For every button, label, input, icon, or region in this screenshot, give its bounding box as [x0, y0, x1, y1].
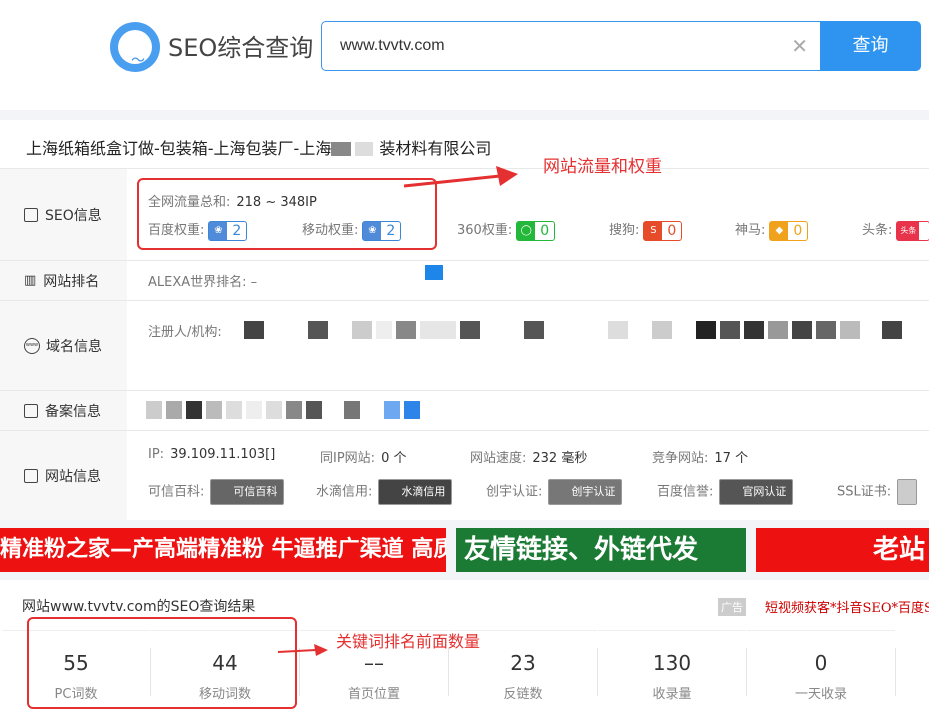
- toutiao-icon: 头条: [897, 221, 920, 240]
- sogou-icon: S: [644, 221, 663, 240]
- row-label: 网站信息: [45, 468, 101, 485]
- ssl-cert-badge[interactable]: [897, 479, 918, 505]
- results-heading: 网站www.tvvtv.com的SEO查询结果: [22, 599, 256, 615]
- redacted-registrant: [244, 321, 906, 340]
- document-icon: [24, 207, 38, 222]
- chuangyu-info: 创宇认证: 创宇认证: [486, 479, 623, 505]
- 360-icon: ◯: [517, 221, 536, 240]
- top-header: 〜 SEO综合查询 ✕ 查询: [0, 0, 929, 110]
- registrant-label: 注册人/机构:: [148, 325, 222, 340]
- ad-banner-2[interactable]: 友情链接、外链代发: [456, 528, 746, 572]
- baidu-cert-badge[interactable]: 官网认证: [719, 479, 794, 505]
- toutiao-weight-badge[interactable]: 头条: [896, 220, 929, 241]
- highlight-box-traffic: [137, 178, 437, 250]
- sogou-weight: 搜狗: S 0: [609, 219, 683, 241]
- 360-weight-badge[interactable]: ◯ 0: [516, 220, 556, 241]
- ssl-info: SSL证书:: [837, 479, 918, 505]
- redacted-icp: [146, 401, 424, 420]
- speed-info: 网站速度: 232 毫秒: [470, 451, 588, 466]
- search-box[interactable]: ✕: [321, 21, 821, 71]
- stat-indexed[interactable]: 130 收录量: [598, 630, 746, 712]
- row-label: 备案信息: [45, 403, 101, 420]
- brand-title: SEO综合查询: [168, 34, 314, 62]
- www-icon: www: [24, 337, 40, 354]
- close-icon[interactable]: ✕: [791, 34, 808, 58]
- annotation-keywords: 关键词排名前面数量: [336, 632, 481, 651]
- domain-row: www 域名信息 注册人/机构:: [0, 300, 929, 390]
- rank-row: ▥ 网站排名 ALEXA世界排名: –: [0, 260, 929, 300]
- site-info-icon: [24, 468, 38, 483]
- ip-info: IP: 39.109.11.103[]: [148, 447, 276, 462]
- shuidi-info: 水滴信用: 水滴信用: [316, 479, 453, 505]
- same-ip-info: 同IP网站: 0 个: [320, 451, 407, 466]
- blue-marker: [425, 265, 443, 280]
- annotation-traffic: 网站流量和权重: [543, 157, 662, 177]
- ad-banner-1[interactable]: 精准粉之家—产高端精准粉 牛逼推广渠道 高质量精准粉: [0, 528, 446, 572]
- shuidi-cert-badge[interactable]: 水滴信用: [378, 479, 453, 505]
- ad-banner-strip: 精准粉之家—产高端精准粉 牛逼推广渠道 高质量精准粉 友情链接、外链代发 老站: [0, 528, 929, 572]
- red-arrow-icon: [277, 644, 328, 656]
- ad-tag: 广告: [718, 598, 746, 616]
- competitor-link[interactable]: 17 个: [714, 451, 748, 466]
- competitor-info: 竞争网站: 17 个: [652, 451, 749, 466]
- sogou-weight-badge[interactable]: S0: [643, 220, 683, 241]
- alexa-rank: ALEXA世界排名: –: [148, 275, 258, 290]
- row-label: 网站排名: [43, 273, 100, 290]
- shenma-icon: ◆: [770, 221, 789, 240]
- baidu-xinyu-info: 百度信誉: 官网认证: [657, 479, 794, 505]
- icp-icon: [24, 403, 38, 418]
- site-title: 上海纸箱纸盒订做-包装箱-上海包装厂-上海 装材料有限公司: [26, 139, 492, 158]
- ad-text-link[interactable]: 短视频获客*抖音SEO*百度SE: [765, 597, 929, 616]
- chuangyu-cert-badge[interactable]: 创宇认证: [548, 479, 623, 505]
- search-input[interactable]: [340, 34, 780, 58]
- icp-row: 备案信息: [0, 390, 929, 430]
- stat-one-day-indexed[interactable]: 0 一天收录: [747, 630, 895, 712]
- site-info-row: 网站信息 IP: 39.109.11.103[] 同IP网站: 0 个 网站速度: 2…: [0, 430, 929, 520]
- shenma-weight: 神马: ◆ 0: [735, 219, 809, 241]
- kexin-info: 可信百科: 可信百科: [148, 479, 285, 505]
- shenma-weight-badge[interactable]: ◆ 0: [769, 220, 809, 241]
- row-label: 域名信息: [46, 338, 102, 355]
- 360-weight: 360权重: ◯ 0: [457, 219, 556, 241]
- ip-link[interactable]: 39.109.11.103[]: [170, 447, 275, 462]
- toutiao-weight: 头条: 头条: [862, 219, 929, 241]
- row-label: SEO信息: [45, 207, 102, 224]
- kexin-cert-badge[interactable]: 可信百科: [210, 479, 285, 505]
- red-arrow-icon: [403, 166, 518, 188]
- bar-chart-icon: ▥: [24, 273, 37, 288]
- highlight-box-keywords: [27, 617, 297, 709]
- ad-banner-3[interactable]: 老站: [756, 528, 929, 572]
- search-button[interactable]: 查询: [820, 21, 921, 71]
- seo-logo-icon: 〜: [110, 22, 160, 72]
